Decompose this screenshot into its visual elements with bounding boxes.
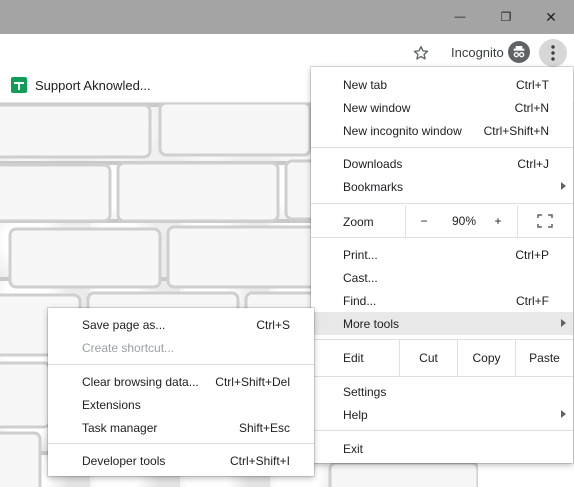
submenu-arrow-icon <box>561 182 566 190</box>
submenu-arrow-icon <box>561 319 566 327</box>
submenu-item-create-shortcut: Create shortcut... <box>82 341 175 355</box>
three-dots-vertical-icon <box>551 45 555 61</box>
submenu-item-developer-tools[interactable]: Developer tools Ctrl+Shift+I <box>48 449 314 472</box>
menu-separator <box>311 376 573 377</box>
menu-separator <box>311 203 573 204</box>
menu-separator <box>48 364 314 365</box>
google-sheets-icon <box>11 77 27 93</box>
incognito-glyph-icon <box>513 46 525 58</box>
submenu-item-extensions[interactable]: Extensions <box>48 393 314 416</box>
menu-separator <box>311 147 573 148</box>
menu-item-settings[interactable]: Settings <box>311 380 573 403</box>
menu-item-exit[interactable]: Exit <box>311 437 573 460</box>
incognito-icon[interactable] <box>508 41 530 63</box>
menu-item-find[interactable]: Find... Ctrl+F <box>311 289 573 312</box>
bookmark-item[interactable]: Support Aknowled... <box>11 77 151 93</box>
menu-item-bookmarks[interactable]: Bookmarks <box>311 175 573 198</box>
copy-button[interactable]: Copy <box>458 340 515 376</box>
submenu-arrow-icon <box>561 410 566 418</box>
menu-item-downloads[interactable]: Downloads Ctrl+J <box>311 152 573 175</box>
page-content-blank <box>478 463 574 487</box>
more-tools-submenu: Save page as... Ctrl+S Create shortcut..… <box>48 308 314 476</box>
star-icon <box>413 46 429 60</box>
chrome-main-menu: New tab Ctrl+T New window Ctrl+N New inc… <box>311 67 573 463</box>
close-window-button[interactable]: ✕ <box>528 0 574 34</box>
submenu-item-task-manager[interactable]: Task manager Shift+Esc <box>48 416 314 439</box>
menu-item-more-tools[interactable]: More tools <box>311 312 573 335</box>
restore-button[interactable]: ❐ <box>483 0 529 34</box>
bookmark-star-button[interactable] <box>410 42 432 64</box>
minimize-icon: — <box>454 11 466 23</box>
cut-button[interactable]: Cut <box>400 340 457 376</box>
menu-separator <box>517 205 518 237</box>
close-icon: ✕ <box>545 8 557 25</box>
submenu-item-clear-browsing-data[interactable]: Clear browsing data... Ctrl+Shift+Del <box>48 370 314 393</box>
edit-label: Edit <box>343 351 364 365</box>
paste-button[interactable]: Paste <box>516 340 573 376</box>
restore-icon: ❐ <box>500 10 512 24</box>
zoom-out-button[interactable]: − <box>411 205 437 237</box>
menu-item-print[interactable]: Print... Ctrl+P <box>311 243 573 266</box>
bookmark-label: Support Aknowled... <box>35 77 151 93</box>
fullscreen-icon <box>537 214 553 228</box>
menu-item-help[interactable]: Help <box>311 403 573 426</box>
menu-item-cast[interactable]: Cast... <box>311 266 573 289</box>
menu-item-new-incognito-window[interactable]: New incognito window Ctrl+Shift+N <box>311 119 573 142</box>
window-titlebar: — ❐ ✕ <box>0 0 574 34</box>
browser-toolbar: Incognito <box>0 34 574 71</box>
incognito-label: Incognito <box>451 45 504 60</box>
menu-separator <box>311 237 573 238</box>
fullscreen-button[interactable] <box>533 205 557 237</box>
menu-item-new-window[interactable]: New window Ctrl+N <box>311 96 573 119</box>
menu-separator <box>311 430 573 431</box>
zoom-level: 90% <box>451 214 477 228</box>
zoom-in-button[interactable]: + <box>485 205 511 237</box>
customize-menu-button[interactable] <box>539 39 567 67</box>
submenu-item-save-page[interactable]: Save page as... Ctrl+S <box>48 313 314 336</box>
menu-separator <box>48 443 314 444</box>
minimize-button[interactable]: — <box>437 0 483 34</box>
menu-item-new-tab[interactable]: New tab Ctrl+T <box>311 73 573 96</box>
menu-separator <box>405 205 406 237</box>
zoom-label: Zoom <box>343 215 374 229</box>
